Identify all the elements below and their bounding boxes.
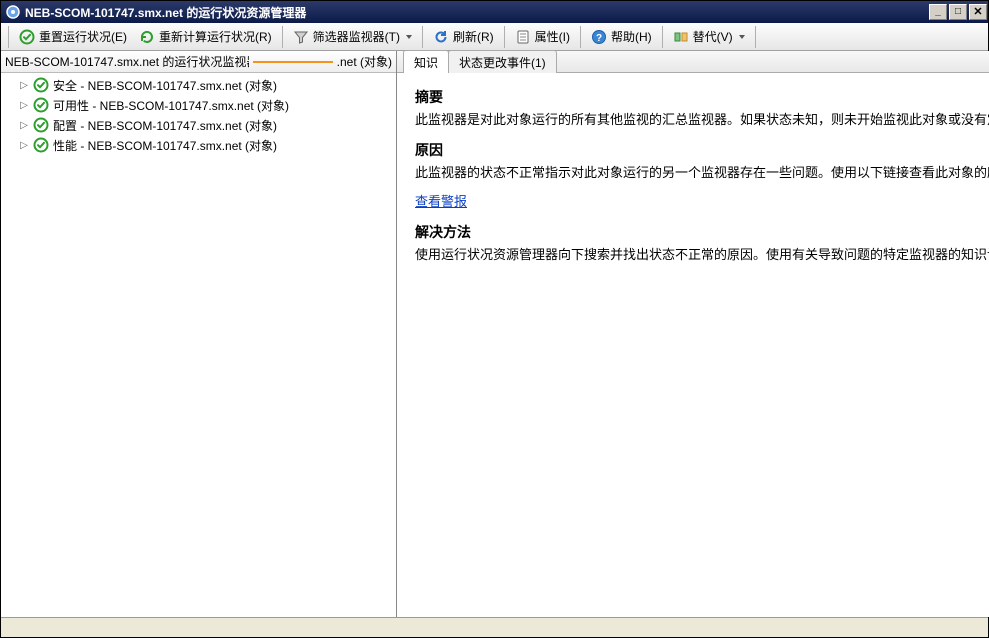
expand-icon[interactable]: ▷ <box>19 100 29 111</box>
recalculate-health-button[interactable]: 重新计算运行状况(R) <box>134 25 277 48</box>
svg-text:?: ? <box>596 33 602 44</box>
maximize-button[interactable]: □ <box>949 4 967 20</box>
overrides-label: 替代(V) <box>693 28 733 45</box>
expand-icon[interactable]: ▷ <box>19 120 29 131</box>
cause-text: 此监视器的状态不正常指示对此对象运行的另一个监视器存在一些问题。使用以下链接查看… <box>415 163 989 183</box>
detail-tabs: 知识 状态更改事件(1) <box>397 51 989 73</box>
refresh-label: 刷新(R) <box>453 28 494 45</box>
summary-heading: 摘要 <box>415 87 989 108</box>
tree-item-label: 可用性 - NEB-SCOM-101747.smx.net (对象) <box>53 97 289 114</box>
reset-health-label: 重置运行状况(E) <box>39 28 127 45</box>
tree-item[interactable]: ▷ 可用性 - NEB-SCOM-101747.smx.net (对象) <box>19 95 396 115</box>
tree-item[interactable]: ▷ 配置 - NEB-SCOM-101747.smx.net (对象) <box>19 115 396 135</box>
window-controls: _ □ ✕ <box>928 2 988 22</box>
summary-text: 此监视器是对此对象运行的所有其他监视的汇总监视器。如果状态未知，则未开始监视此对… <box>415 110 989 130</box>
details-panel: 知识 状态更改事件(1) 摘要 此监视器是对此对象运行的所有其他监视的汇总监视器… <box>397 51 989 617</box>
toolbar-separator <box>422 26 423 48</box>
reset-health-button[interactable]: 重置运行状况(E) <box>14 25 132 48</box>
check-circle-icon <box>19 29 35 45</box>
tree-item-label: 性能 - NEB-SCOM-101747.smx.net (对象) <box>53 137 277 154</box>
monitor-tree[interactable]: ▷ 安全 - NEB-SCOM-101747.smx.net (对象) ▷ 可用… <box>1 73 396 617</box>
tree-item[interactable]: ▷ 性能 - NEB-SCOM-101747.smx.net (对象) <box>19 135 396 155</box>
minimize-button[interactable]: _ <box>929 4 947 20</box>
tree-item[interactable]: ▷ 安全 - NEB-SCOM-101747.smx.net (对象) <box>19 75 396 95</box>
toolbar-separator <box>8 26 9 48</box>
tree-header[interactable]: NEB-SCOM-101747.smx.net 的运行状况监视器 .net (对… <box>1 51 396 73</box>
body-area: NEB-SCOM-101747.smx.net 的运行状况监视器 .net (对… <box>1 51 988 617</box>
tree-item-label: 配置 - NEB-SCOM-101747.smx.net (对象) <box>53 117 277 134</box>
refresh-button[interactable]: 刷新(R) <box>428 25 499 48</box>
help-icon: ? <box>591 29 607 45</box>
selection-highlight <box>253 61 333 63</box>
toolbar: 重置运行状况(E) 重新计算运行状况(R) 筛选器监视器(T) 刷新(R) <box>1 23 988 51</box>
refresh-blue-icon <box>433 29 449 45</box>
knowledge-content: 摘要 此监视器是对此对象运行的所有其他监视的汇总监视器。如果状态未知，则未开始监… <box>397 73 989 617</box>
expand-icon[interactable]: ▷ <box>19 80 29 91</box>
tree-item-label: 安全 - NEB-SCOM-101747.smx.net (对象) <box>53 77 277 94</box>
healthy-state-icon <box>33 137 49 153</box>
chevron-down-icon <box>739 35 745 39</box>
chevron-down-icon <box>406 35 412 39</box>
cause-heading: 原因 <box>415 140 989 161</box>
status-bar <box>1 617 988 637</box>
help-label: 帮助(H) <box>611 28 652 45</box>
recalculate-health-label: 重新计算运行状况(R) <box>159 28 272 45</box>
funnel-icon <box>293 29 309 45</box>
toolbar-separator <box>504 26 505 48</box>
resolution-text: 使用运行状况资源管理器向下搜索并找出状态不正常的原因。使用有关导致问题的特定监视… <box>415 245 989 265</box>
monitor-tree-panel: NEB-SCOM-101747.smx.net 的运行状况监视器 .net (对… <box>1 51 397 617</box>
filter-monitors-label: 筛选器监视器(T) <box>313 28 400 45</box>
view-alerts-link[interactable]: 查看警报 <box>415 194 467 209</box>
overrides-button[interactable]: 替代(V) <box>668 25 750 48</box>
help-button[interactable]: ? 帮助(H) <box>586 25 657 48</box>
tab-state-events-label: 状态更改事件(1) <box>459 56 546 70</box>
toolbar-separator <box>282 26 283 48</box>
healthy-state-icon <box>33 97 49 113</box>
tree-header-text: NEB-SCOM-101747.smx.net 的运行状况监视器 <box>5 53 249 70</box>
properties-button[interactable]: 属性(I) <box>510 25 575 48</box>
tab-knowledge-label: 知识 <box>414 56 438 70</box>
healthy-state-icon <box>33 77 49 93</box>
title-bar: NEB-SCOM-101747.smx.net 的运行状况资源管理器 _ □ ✕ <box>1 1 988 23</box>
tab-state-events[interactable]: 状态更改事件(1) <box>448 50 557 73</box>
healthy-state-icon <box>33 117 49 133</box>
app-icon <box>5 4 21 20</box>
close-button[interactable]: ✕ <box>969 4 987 20</box>
overrides-icon <box>673 29 689 45</box>
properties-icon <box>515 29 531 45</box>
tree-header-tail: .net (对象) <box>333 53 396 70</box>
refresh-green-icon <box>139 29 155 45</box>
expand-icon[interactable]: ▷ <box>19 140 29 151</box>
tab-knowledge[interactable]: 知识 <box>403 50 449 73</box>
toolbar-separator <box>755 26 756 48</box>
properties-label: 属性(I) <box>535 28 570 45</box>
filter-monitors-button[interactable]: 筛选器监视器(T) <box>288 25 417 48</box>
toolbar-separator <box>580 26 581 48</box>
toolbar-separator <box>662 26 663 48</box>
resolution-heading: 解决方法 <box>415 222 989 243</box>
window-title: NEB-SCOM-101747.smx.net 的运行状况资源管理器 <box>25 4 928 21</box>
